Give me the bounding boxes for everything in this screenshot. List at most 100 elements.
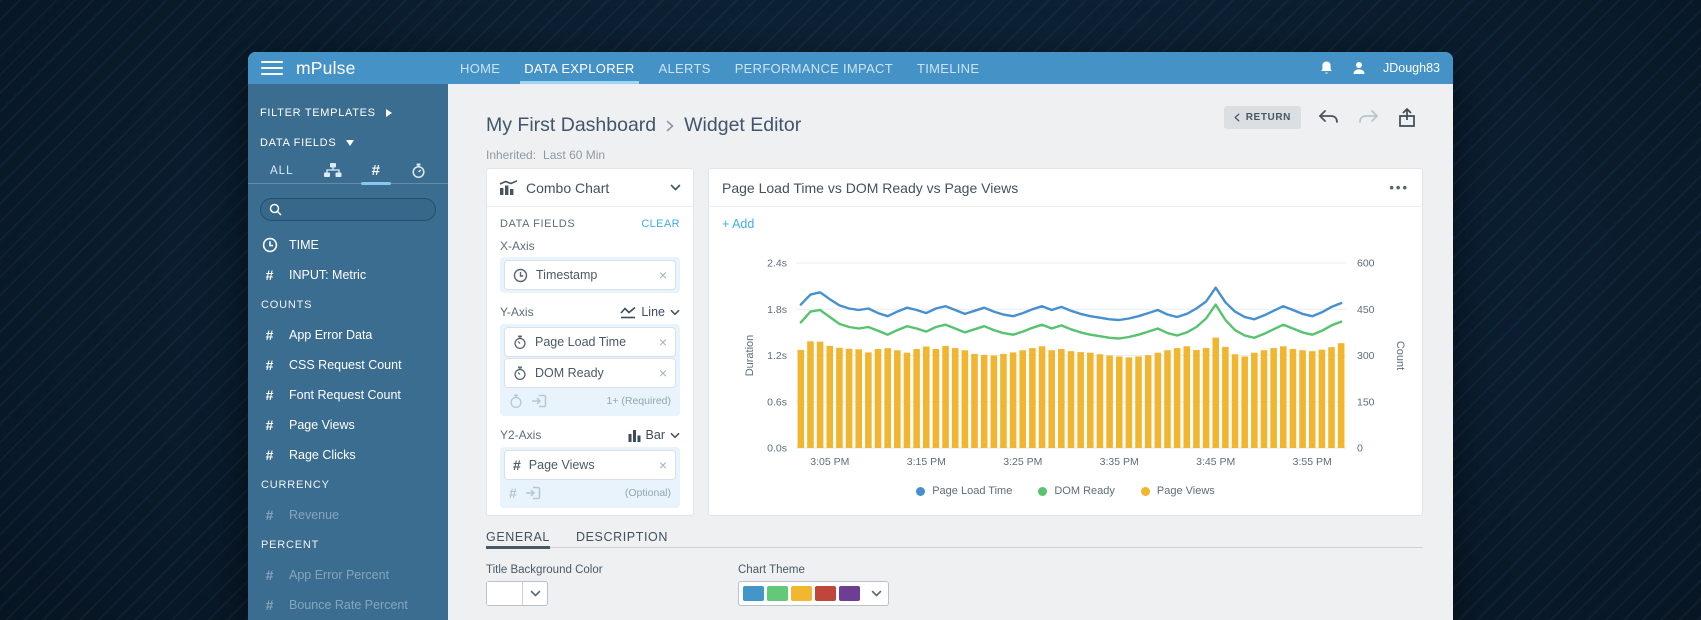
legend-item-dom-ready[interactable]: DOM Ready <box>1038 485 1115 497</box>
theme-color-swatch <box>791 586 812 601</box>
hash-icon: # <box>265 387 274 403</box>
y-axis-label: Y-Axis <box>500 305 534 319</box>
filter-templates-toggle[interactable]: FILTER TEMPLATES <box>260 104 438 122</box>
chevron-down-icon <box>670 184 681 191</box>
legend-label: Page Load Time <box>932 485 1013 497</box>
widget-menu-button[interactable]: ••• <box>1389 180 1409 195</box>
chart-type-dropdown[interactable]: Combo Chart <box>487 169 693 207</box>
svg-text:3:05 PM: 3:05 PM <box>810 456 849 468</box>
export-share-button[interactable] <box>1396 107 1418 129</box>
sidebar-item-page-views[interactable]: # Page Views <box>248 410 448 440</box>
svg-text:450: 450 <box>1357 304 1375 316</box>
optional-hint: (Optional) <box>624 487 671 499</box>
sidebar-item-time[interactable]: TIME <box>248 230 448 260</box>
hash-ghost-icon: # <box>509 485 517 501</box>
sidebar-item-label: Rage Clicks <box>289 448 356 462</box>
nav-item-timeline[interactable]: TIMELINE <box>905 52 991 84</box>
nav-item-data-explorer[interactable]: DATA EXPLORER <box>512 52 646 84</box>
legend-label: Page Views <box>1156 485 1215 497</box>
sidebar-item-label: INPUT: Metric <box>289 268 367 282</box>
undo-button[interactable] <box>1318 107 1340 129</box>
data-fields-toggle[interactable]: DATA FIELDS <box>260 134 438 152</box>
main-content: My First Dashboard Widget Editor Inherit… <box>448 84 1453 620</box>
field-chip-dom-ready[interactable]: DOM Ready × <box>505 359 675 387</box>
y2-axis-label: Y2-Axis <box>500 428 542 442</box>
sidebar-item-rage-clicks[interactable]: # Rage Clicks <box>248 440 448 470</box>
tab-timers[interactable] <box>411 158 426 183</box>
tab-all-fields[interactable]: ALL <box>270 158 293 183</box>
field-chip-page-views[interactable]: # Page Views × <box>505 451 675 479</box>
sidebar-item-font-request-count[interactable]: # Font Request Count <box>248 380 448 410</box>
title-bg-color-dropdown[interactable] <box>486 581 548 606</box>
nav-item-home[interactable]: HOME <box>448 52 512 84</box>
x-axis-dropzone[interactable]: Timestamp × <box>500 257 680 293</box>
top-bar: mPulse HOME DATA EXPLORER ALERTS PERFORMANC… <box>248 52 1453 84</box>
sidebar-item-app-error-data[interactable]: # App Error Data <box>248 320 448 350</box>
combo-chart-icon <box>499 179 518 195</box>
field-chip-page-load-time[interactable]: Page Load Time × <box>505 328 675 356</box>
add-annotation-button[interactable]: + Add <box>722 217 754 231</box>
hash-icon: # <box>265 567 274 583</box>
settings-tab-description[interactable]: DESCRIPTION <box>576 530 668 547</box>
color-swatch <box>487 582 524 605</box>
y-axis-mode-dropdown[interactable]: Line <box>620 305 680 319</box>
chevron-down-icon <box>670 309 680 315</box>
nav-item-performance-impact[interactable]: PERFORMANCE IMPACT <box>723 52 905 84</box>
breadcrumb-dashboard-link[interactable]: My First Dashboard <box>486 114 656 137</box>
remove-field-button[interactable]: × <box>659 458 667 472</box>
theme-color-swatch <box>743 586 764 601</box>
sidebar-item-label: CSS Request Count <box>289 358 402 372</box>
legend-item-page-views[interactable]: Page Views <box>1140 485 1215 497</box>
chart-theme-label: Chart Theme <box>738 564 805 576</box>
sidebar-section-counts: COUNTS <box>261 299 313 311</box>
legend-dot <box>1038 486 1048 496</box>
sidebar-item-label: Page Views <box>289 418 355 432</box>
svg-text:0.0s: 0.0s <box>767 443 787 455</box>
filter-templates-label: FILTER TEMPLATES <box>260 107 376 119</box>
y2-axis-mode-dropdown[interactable]: Bar <box>628 428 680 442</box>
remove-field-button[interactable]: × <box>659 335 667 349</box>
return-button[interactable]: RETURN <box>1223 106 1301 129</box>
y-axis-dropzone[interactable]: Page Load Time × DOM Ready × 1+ (Require… <box>500 324 680 416</box>
username[interactable]: JDough83 <box>1383 61 1440 75</box>
data-fields-list: TIME # INPUT: Metric COUNTS # App Error Data #… <box>248 230 448 620</box>
clear-fields-button[interactable]: CLEAR <box>641 218 680 230</box>
sidebar-section-percent: PERCENT <box>261 539 320 551</box>
sidebar-item-css-request-count[interactable]: # CSS Request Count <box>248 350 448 380</box>
y2-axis-dropzone[interactable]: # Page Views × # (Optional) <box>500 447 680 508</box>
time-range-info: Inherited: Last 60 Min <box>486 148 605 162</box>
user-avatar-icon[interactable] <box>1350 59 1368 77</box>
chevron-down-icon <box>670 432 680 438</box>
field-name: Page Views <box>528 458 595 472</box>
tab-dimensions[interactable] <box>323 158 342 183</box>
redo-button[interactable] <box>1357 107 1379 129</box>
svg-text:3:35 PM: 3:35 PM <box>1100 456 1139 468</box>
title-bg-color-control: Title Background Color <box>486 564 603 606</box>
hash-icon: # <box>265 507 274 523</box>
sidebar-item-label: App Error Data <box>289 328 373 342</box>
search-icon <box>269 203 282 216</box>
sidebar-item-label: App Error Percent <box>289 568 390 582</box>
nav-item-alerts[interactable]: ALERTS <box>647 52 723 84</box>
y2-axis-mode-value: Bar <box>645 428 665 442</box>
legend-item-page-load-time[interactable]: Page Load Time <box>916 485 1012 497</box>
hamburger-menu-icon[interactable] <box>261 61 283 75</box>
svg-text:0: 0 <box>1357 443 1363 455</box>
svg-text:300: 300 <box>1357 350 1375 362</box>
field-name: Timestamp <box>536 268 598 282</box>
sidebar-item-input-metric[interactable]: # INPUT: Metric <box>248 260 448 290</box>
required-hint: 1+ (Required) <box>606 395 672 407</box>
sidebar-search-input[interactable] <box>260 198 436 221</box>
remove-field-button[interactable]: × <box>659 366 667 380</box>
data-fields-config: DATA FIELDS CLEAR X-Axis Timestamp × Y-A… <box>487 207 693 508</box>
chart-theme-dropdown[interactable] <box>738 581 889 606</box>
notifications-bell-icon[interactable] <box>1317 59 1335 77</box>
tab-metrics[interactable]: # <box>372 158 381 183</box>
hash-icon: # <box>265 267 274 283</box>
field-chip-timestamp[interactable]: Timestamp × <box>505 261 675 289</box>
remove-field-button[interactable]: × <box>659 268 667 282</box>
settings-tab-general[interactable]: GENERAL <box>486 530 550 549</box>
svg-text:0.6s: 0.6s <box>767 396 787 408</box>
svg-text:1.2s: 1.2s <box>767 350 787 362</box>
field-name: DOM Ready <box>535 366 604 380</box>
